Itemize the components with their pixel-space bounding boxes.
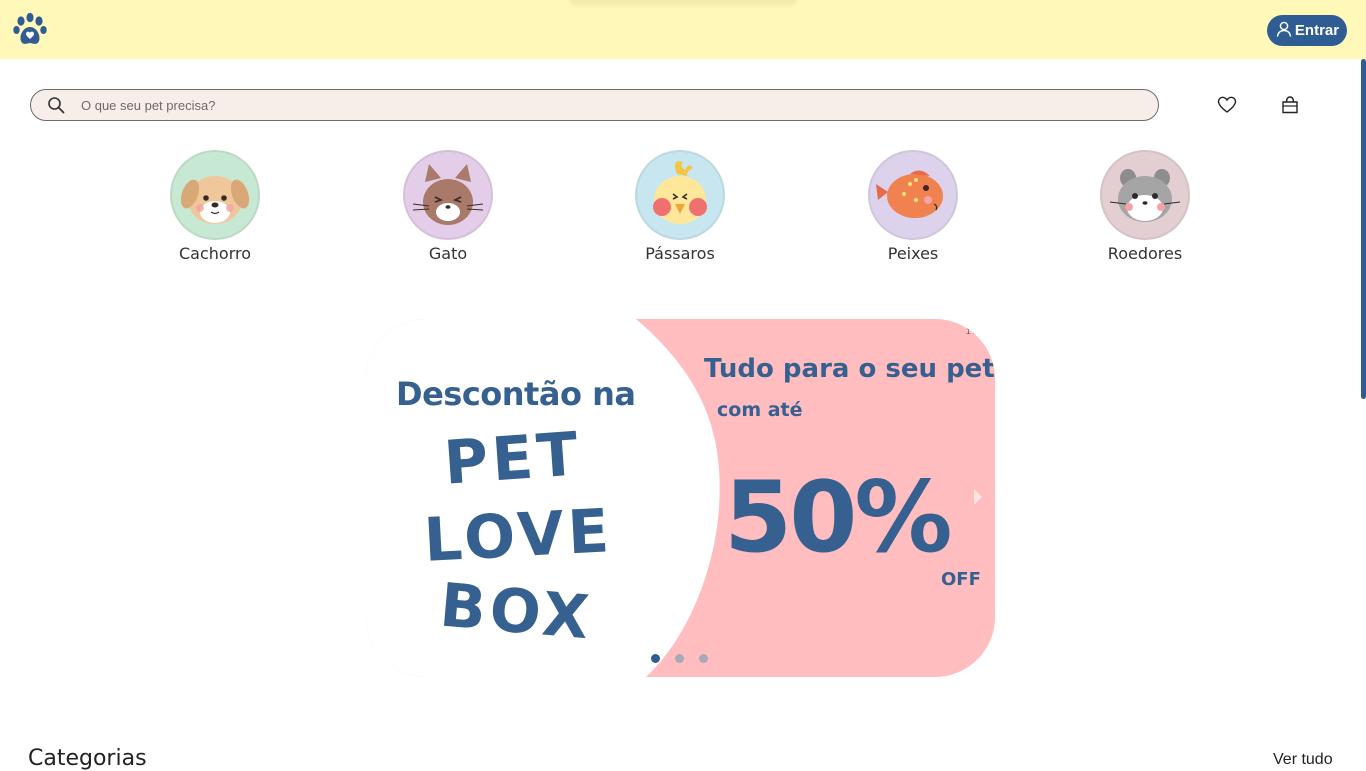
categories-title: Categorias: [28, 746, 147, 771]
promo-banner[interactable]: 1 of 3 Descontão na PET LOVE BOX Tudo pa…: [366, 319, 995, 677]
dog-icon: [170, 150, 260, 240]
see-all-link[interactable]: Ver tudo: [1273, 751, 1333, 769]
banner-left-title: Descontão na: [396, 375, 636, 413]
discount-suffix: OFF: [941, 569, 981, 590]
pet-label: Gato: [428, 244, 468, 263]
brand-line-2: LOVE: [422, 496, 615, 576]
pet-label: Cachorro: [178, 244, 251, 263]
carousel-dot[interactable]: [675, 654, 684, 663]
cat-icon: [403, 150, 493, 240]
brand-line-1: PET: [441, 419, 585, 499]
header-notch: [568, 0, 798, 4]
bird-icon: [635, 150, 725, 240]
banner-right-title: Tudo para o seu pet: [704, 354, 995, 384]
login-label: Entrar: [1294, 22, 1340, 39]
carousel-dot[interactable]: [651, 654, 660, 663]
slide-counter: 1 of 3: [966, 327, 987, 336]
pet-label: Roedores: [1107, 244, 1183, 263]
carousel-dots: [651, 654, 708, 663]
pet-category-rodent[interactable]: Roedores: [1065, 150, 1225, 263]
pet-category-fish[interactable]: Peixes: [833, 150, 993, 263]
pet-category-dog[interactable]: Cachorro: [135, 150, 295, 263]
hamster-icon: [1100, 150, 1190, 240]
scrollbar-thumb[interactable]: [1361, 59, 1366, 399]
heart-icon[interactable]: [1216, 94, 1238, 116]
pet-label: Peixes: [887, 244, 939, 263]
pet-category-bird[interactable]: Pássaros: [600, 150, 760, 263]
chevron-right-icon[interactable]: [974, 489, 982, 505]
fish-icon: [868, 150, 958, 240]
pet-category-cat[interactable]: Gato: [368, 150, 528, 263]
shopping-bag-icon[interactable]: [1279, 94, 1301, 116]
brand-line-3: BOX: [437, 570, 596, 654]
discount-value: 50%: [724, 461, 953, 575]
paw-icon[interactable]: [12, 12, 48, 48]
search-icon[interactable]: [47, 96, 65, 114]
banner-right-subtitle: com até: [717, 399, 803, 421]
top-header: Entrar: [0, 0, 1366, 59]
user-icon: [1275, 20, 1293, 42]
carousel-dot[interactable]: [699, 654, 708, 663]
pet-label: Pássaros: [645, 244, 715, 263]
search-input[interactable]: [79, 96, 1083, 114]
login-button[interactable]: Entrar: [1267, 15, 1347, 46]
search-bar[interactable]: [30, 89, 1159, 121]
